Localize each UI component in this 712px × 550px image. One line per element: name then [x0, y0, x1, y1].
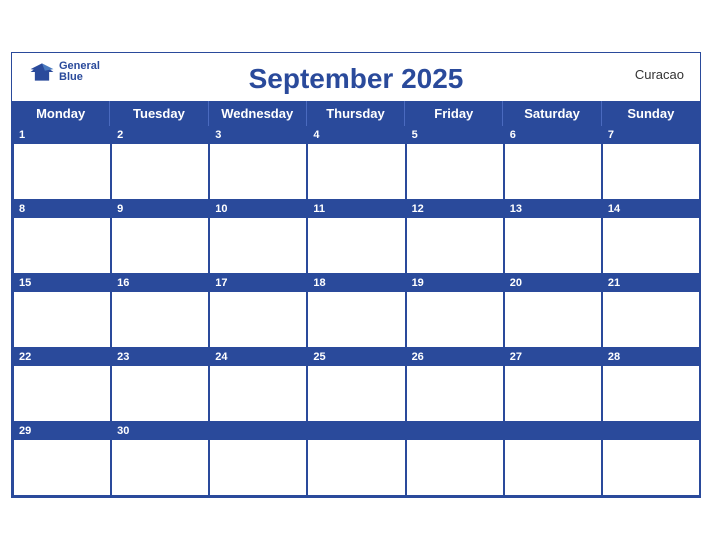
day-cell: 20	[504, 274, 602, 348]
day-number: 19	[407, 274, 429, 292]
day-number: 24	[210, 348, 232, 366]
day-number: 27	[505, 348, 527, 366]
day-number: 15	[14, 274, 36, 292]
day-number: 4	[308, 126, 324, 144]
day-number: 22	[14, 348, 36, 366]
day-cell: 7	[602, 126, 700, 200]
day-cell: 19	[406, 274, 504, 348]
day-number: 21	[603, 274, 625, 292]
day-cell: 15	[13, 274, 111, 348]
day-header-monday: Monday	[12, 101, 110, 126]
day-cell: 8	[13, 200, 111, 274]
day-cell: 25	[307, 348, 405, 422]
day-cell: 9	[111, 200, 209, 274]
logo-bird-icon	[28, 62, 56, 82]
day-number: 12	[407, 200, 429, 218]
day-headers: Monday Tuesday Wednesday Thursday Friday…	[12, 101, 700, 126]
day-number: 14	[603, 200, 625, 218]
day-number: 29	[14, 422, 36, 440]
day-number: 16	[112, 274, 134, 292]
day-number: 7	[603, 126, 619, 144]
day-number: 6	[505, 126, 521, 144]
day-number: 25	[308, 348, 330, 366]
day-number: 30	[112, 422, 134, 440]
day-cell: 1	[13, 126, 111, 200]
day-cell: 23	[111, 348, 209, 422]
day-number: 28	[603, 348, 625, 366]
region-label: Curacao	[635, 67, 684, 82]
day-number: 3	[210, 126, 226, 144]
day-cell: 28	[602, 348, 700, 422]
day-cell: 22	[13, 348, 111, 422]
logo-blue: Blue	[59, 72, 100, 83]
day-number: 17	[210, 274, 232, 292]
calendar-header: General Blue September 2025 Curacao	[12, 53, 700, 101]
day-cell: 26	[406, 348, 504, 422]
day-cell	[209, 422, 307, 496]
day-cell: 14	[602, 200, 700, 274]
day-cell	[406, 422, 504, 496]
day-header-wednesday: Wednesday	[209, 101, 307, 126]
day-cell: 13	[504, 200, 602, 274]
day-cell: 12	[406, 200, 504, 274]
day-cell: 21	[602, 274, 700, 348]
day-number: 5	[407, 126, 423, 144]
day-cell: 29	[13, 422, 111, 496]
calendar-grid: 1234567891011121314151617181920212223242…	[12, 126, 700, 497]
day-number: 26	[407, 348, 429, 366]
day-cell: 17	[209, 274, 307, 348]
day-number: 2	[112, 126, 128, 144]
day-number: 18	[308, 274, 330, 292]
day-cell	[602, 422, 700, 496]
day-cell: 18	[307, 274, 405, 348]
day-cell: 24	[209, 348, 307, 422]
day-header-friday: Friday	[405, 101, 503, 126]
day-number: 9	[112, 200, 128, 218]
day-cell	[504, 422, 602, 496]
day-cell: 27	[504, 348, 602, 422]
day-number: 13	[505, 200, 527, 218]
day-cell: 30	[111, 422, 209, 496]
day-header-tuesday: Tuesday	[110, 101, 208, 126]
logo: General Blue	[28, 61, 100, 83]
calendar: General Blue September 2025 Curacao Mond…	[11, 52, 701, 498]
day-header-thursday: Thursday	[307, 101, 405, 126]
day-number: 1	[14, 126, 30, 144]
day-cell: 11	[307, 200, 405, 274]
day-cell: 2	[111, 126, 209, 200]
day-number: 23	[112, 348, 134, 366]
day-cell: 10	[209, 200, 307, 274]
day-cell: 4	[307, 126, 405, 200]
day-cell: 3	[209, 126, 307, 200]
day-cell: 16	[111, 274, 209, 348]
day-header-saturday: Saturday	[503, 101, 601, 126]
day-header-sunday: Sunday	[602, 101, 700, 126]
calendar-title: September 2025	[249, 63, 464, 95]
day-cell: 6	[504, 126, 602, 200]
day-number: 8	[14, 200, 30, 218]
day-number: 20	[505, 274, 527, 292]
day-cell	[307, 422, 405, 496]
day-number: 11	[308, 200, 330, 218]
day-cell: 5	[406, 126, 504, 200]
day-number: 10	[210, 200, 232, 218]
